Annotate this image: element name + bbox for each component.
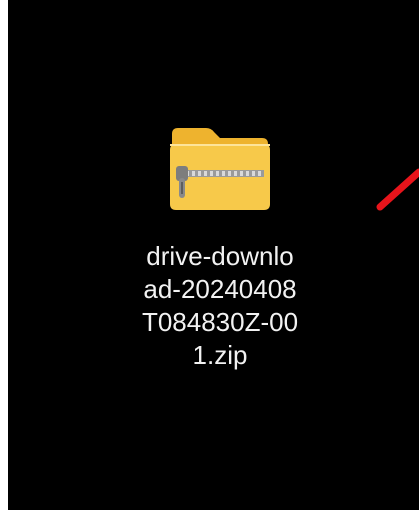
desktop-area: drive-downlo ad-20240408 T084830Z-00 1.z… xyxy=(8,0,419,512)
file-name-line: drive-downlo xyxy=(146,241,294,271)
zip-folder-icon xyxy=(170,128,270,210)
screen-left-edge xyxy=(0,0,8,512)
file-name-line: ad-20240408 xyxy=(143,274,297,304)
file-name-line: T084830Z-00 xyxy=(141,307,299,337)
file-name-label: drive-downlo ad-20240408 T084830Z-00 1.z… xyxy=(120,240,320,372)
file-name-line: 1.zip xyxy=(192,340,248,370)
zip-file-item[interactable]: drive-downlo ad-20240408 T084830Z-00 1.z… xyxy=(120,120,320,372)
red-arrow-icon xyxy=(376,168,419,211)
